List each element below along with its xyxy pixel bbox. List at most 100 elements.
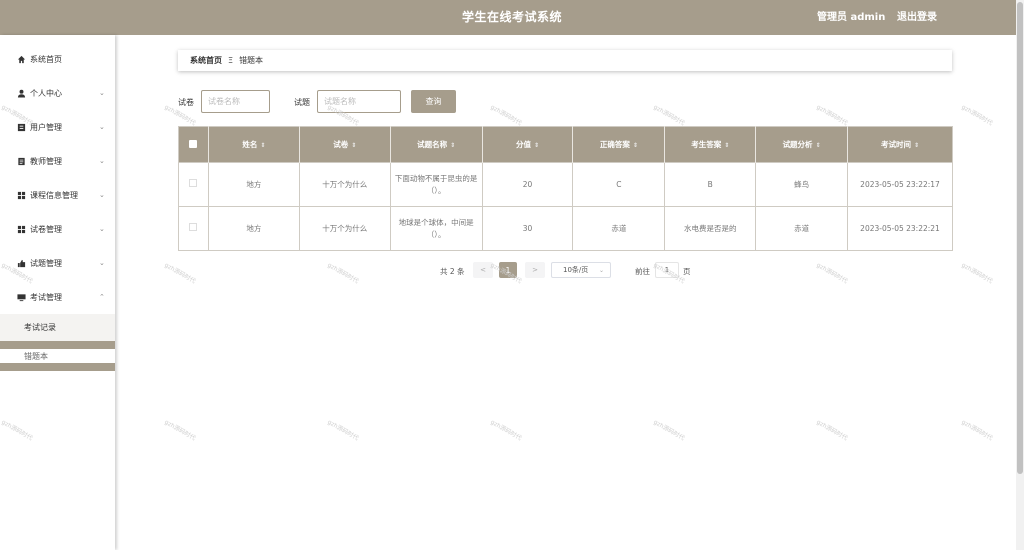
column-header[interactable]: 试题分析 ⇕ [755, 126, 849, 163]
watermark-text: gzh源码时代 [960, 103, 994, 128]
column-header-label: 试卷 [333, 140, 349, 149]
row-checkbox[interactable] [189, 222, 198, 231]
sidebar-subitem-exam-records[interactable]: 考试记录 [0, 314, 115, 341]
row-checkbox-cell[interactable] [178, 206, 209, 251]
table-cell: 赤道 [572, 206, 666, 251]
table-cell: 赤道 [755, 206, 849, 251]
sidebar-item-personal[interactable]: 个人中心 ⌄ [0, 76, 115, 110]
page-size-value: 10条/页 [563, 266, 589, 274]
sidebar-subitem-label: 错题本 [24, 351, 48, 361]
question-search-placeholder: 试题名称 [324, 97, 356, 106]
sidebar-item-exams[interactable]: 考试管理 ⌃ [0, 280, 115, 314]
watermark-text: gzh源码时代 [815, 103, 849, 128]
sidebar-subitem-wrong-book[interactable]: 错题本 [0, 349, 115, 363]
table-cell: 蜂鸟 [755, 162, 849, 207]
column-header-label: 试题名称 [417, 140, 448, 149]
table-cell: 地方 [208, 162, 300, 207]
question-search-label: 试题 [294, 98, 310, 107]
page-scrollbar[interactable] [1016, 0, 1024, 550]
column-header-label: 试题分析 [782, 140, 813, 149]
pagination-prev-button[interactable]: < [473, 262, 493, 278]
column-header[interactable]: 试题名称 ⇕ [390, 126, 483, 163]
table-cell: 十万个为什么 [299, 162, 391, 207]
pagination-page-unit: 页 [683, 267, 691, 276]
watermark-text: gzh源码时代 [815, 261, 849, 286]
chevron-down-icon: ⌄ [99, 89, 105, 97]
scrollbar-thumb[interactable] [1017, 2, 1023, 474]
home-icon [17, 55, 26, 64]
page-size-select[interactable]: 10条/页 ⌄ [551, 262, 611, 278]
sidebar-item-papers[interactable]: 试卷管理 ⌄ [0, 212, 115, 246]
watermark-text: gzh源码时代 [652, 418, 686, 443]
sort-icon: ⇕ [815, 142, 821, 149]
sidebar-item-label: 个人中心 [30, 88, 62, 98]
chevron-up-icon: ⌃ [99, 293, 105, 301]
table-cell: 水电费是否是的 [664, 206, 757, 251]
pagination-goto-label: 前往 [635, 267, 650, 276]
watermark-text: gzh源码时代 [163, 261, 197, 286]
sidebar-item-label: 考试管理 [30, 292, 62, 302]
pagination-page-1[interactable]: 1 [499, 262, 517, 278]
breadcrumb-current: 错题本 [239, 56, 264, 65]
breadcrumb-home[interactable]: 系统首页 [190, 55, 222, 66]
question-search-input[interactable]: 试题名称 [317, 90, 401, 113]
watermark-text: gzh源码时代 [960, 418, 994, 443]
select-all-checkbox[interactable] [189, 139, 198, 148]
watermark-text: gzh源码时代 [815, 418, 849, 443]
paper-search-placeholder: 试卷名称 [208, 97, 240, 106]
user-icon [17, 89, 26, 98]
table-cell: 地球是个球体，中间是（）。 [390, 206, 483, 251]
column-header-label: 分值 [515, 140, 531, 149]
column-header[interactable]: 试卷 ⇕ [299, 126, 391, 163]
watermark-text: gzh源码时代 [652, 103, 686, 128]
column-header[interactable]: 姓名 ⇕ [208, 126, 300, 163]
sidebar-item-teachers[interactable]: 教师管理 ⌄ [0, 144, 115, 178]
monitor-icon [17, 293, 26, 302]
table-cell: 地方 [208, 206, 300, 251]
active-indicator-bottom [0, 363, 115, 371]
table-cell: C [572, 162, 666, 207]
watermark-text: gzh源码时代 [489, 103, 523, 128]
sort-icon: ⇕ [724, 142, 730, 149]
table-cell: 2023-05-05 23:22:17 [847, 162, 953, 207]
chevron-down-icon: ⌄ [99, 225, 105, 233]
sidebar-item-label: 系统首页 [30, 54, 62, 64]
chevron-down-icon: ⌄ [99, 157, 105, 165]
active-indicator-top [0, 341, 115, 349]
chevron-down-icon: ⌄ [99, 123, 105, 131]
sidebar-item-home[interactable]: 系统首页 [0, 42, 115, 76]
sidebar-item-label: 用户管理 [30, 122, 62, 132]
sidebar-item-questions[interactable]: 试题管理 ⌄ [0, 246, 115, 280]
user-manage-icon [17, 123, 26, 132]
column-header[interactable]: 考生答案 ⇕ [664, 126, 757, 163]
table-cell: 30 [482, 206, 574, 251]
sidebar-item-label: 试卷管理 [30, 224, 62, 234]
sidebar-item-users[interactable]: 用户管理 ⌄ [0, 110, 115, 144]
sort-icon: ⇕ [351, 142, 357, 149]
search-button[interactable]: 查询 [411, 90, 456, 113]
sidebar-item-courses[interactable]: 课程信息管理 ⌄ [0, 178, 115, 212]
column-header-label: 正确答案 [599, 140, 630, 149]
row-checkbox[interactable] [189, 178, 198, 187]
breadcrumb-separator: Ξ [228, 56, 234, 65]
sort-icon: ⇕ [450, 142, 456, 149]
grid-icon [17, 191, 26, 200]
sidebar-item-label: 试题管理 [30, 258, 62, 268]
row-checkbox-cell[interactable] [178, 162, 209, 207]
column-header[interactable]: 正确答案 ⇕ [572, 126, 666, 163]
teacher-icon [17, 157, 26, 166]
watermark-text: gzh源码时代 [326, 261, 360, 286]
paper-search-input[interactable]: 试卷名称 [201, 90, 270, 113]
chevron-down-icon: ⌄ [99, 259, 105, 267]
chevron-down-icon: ⌄ [598, 266, 604, 274]
top-header: 学生在线考试系统 管理员 admin 退出登录 [0, 0, 1016, 35]
select-all-header[interactable] [178, 126, 209, 163]
sidebar: 系统首页 个人中心 ⌄ 用户管理 ⌄ 教师管理 ⌄ 课程信息管理 ⌄ 试卷管理 … [0, 35, 115, 550]
logout-button[interactable]: 退出登录 [897, 0, 937, 35]
paper-search-label: 试卷 [178, 98, 194, 107]
pagination-next-button[interactable]: > [525, 262, 545, 278]
column-header[interactable]: 考试时间 ⇕ [847, 126, 953, 163]
column-header[interactable]: 分值 ⇕ [482, 126, 574, 163]
pagination-goto-input[interactable]: 1 [655, 262, 679, 278]
sort-icon: ⇕ [632, 142, 638, 149]
